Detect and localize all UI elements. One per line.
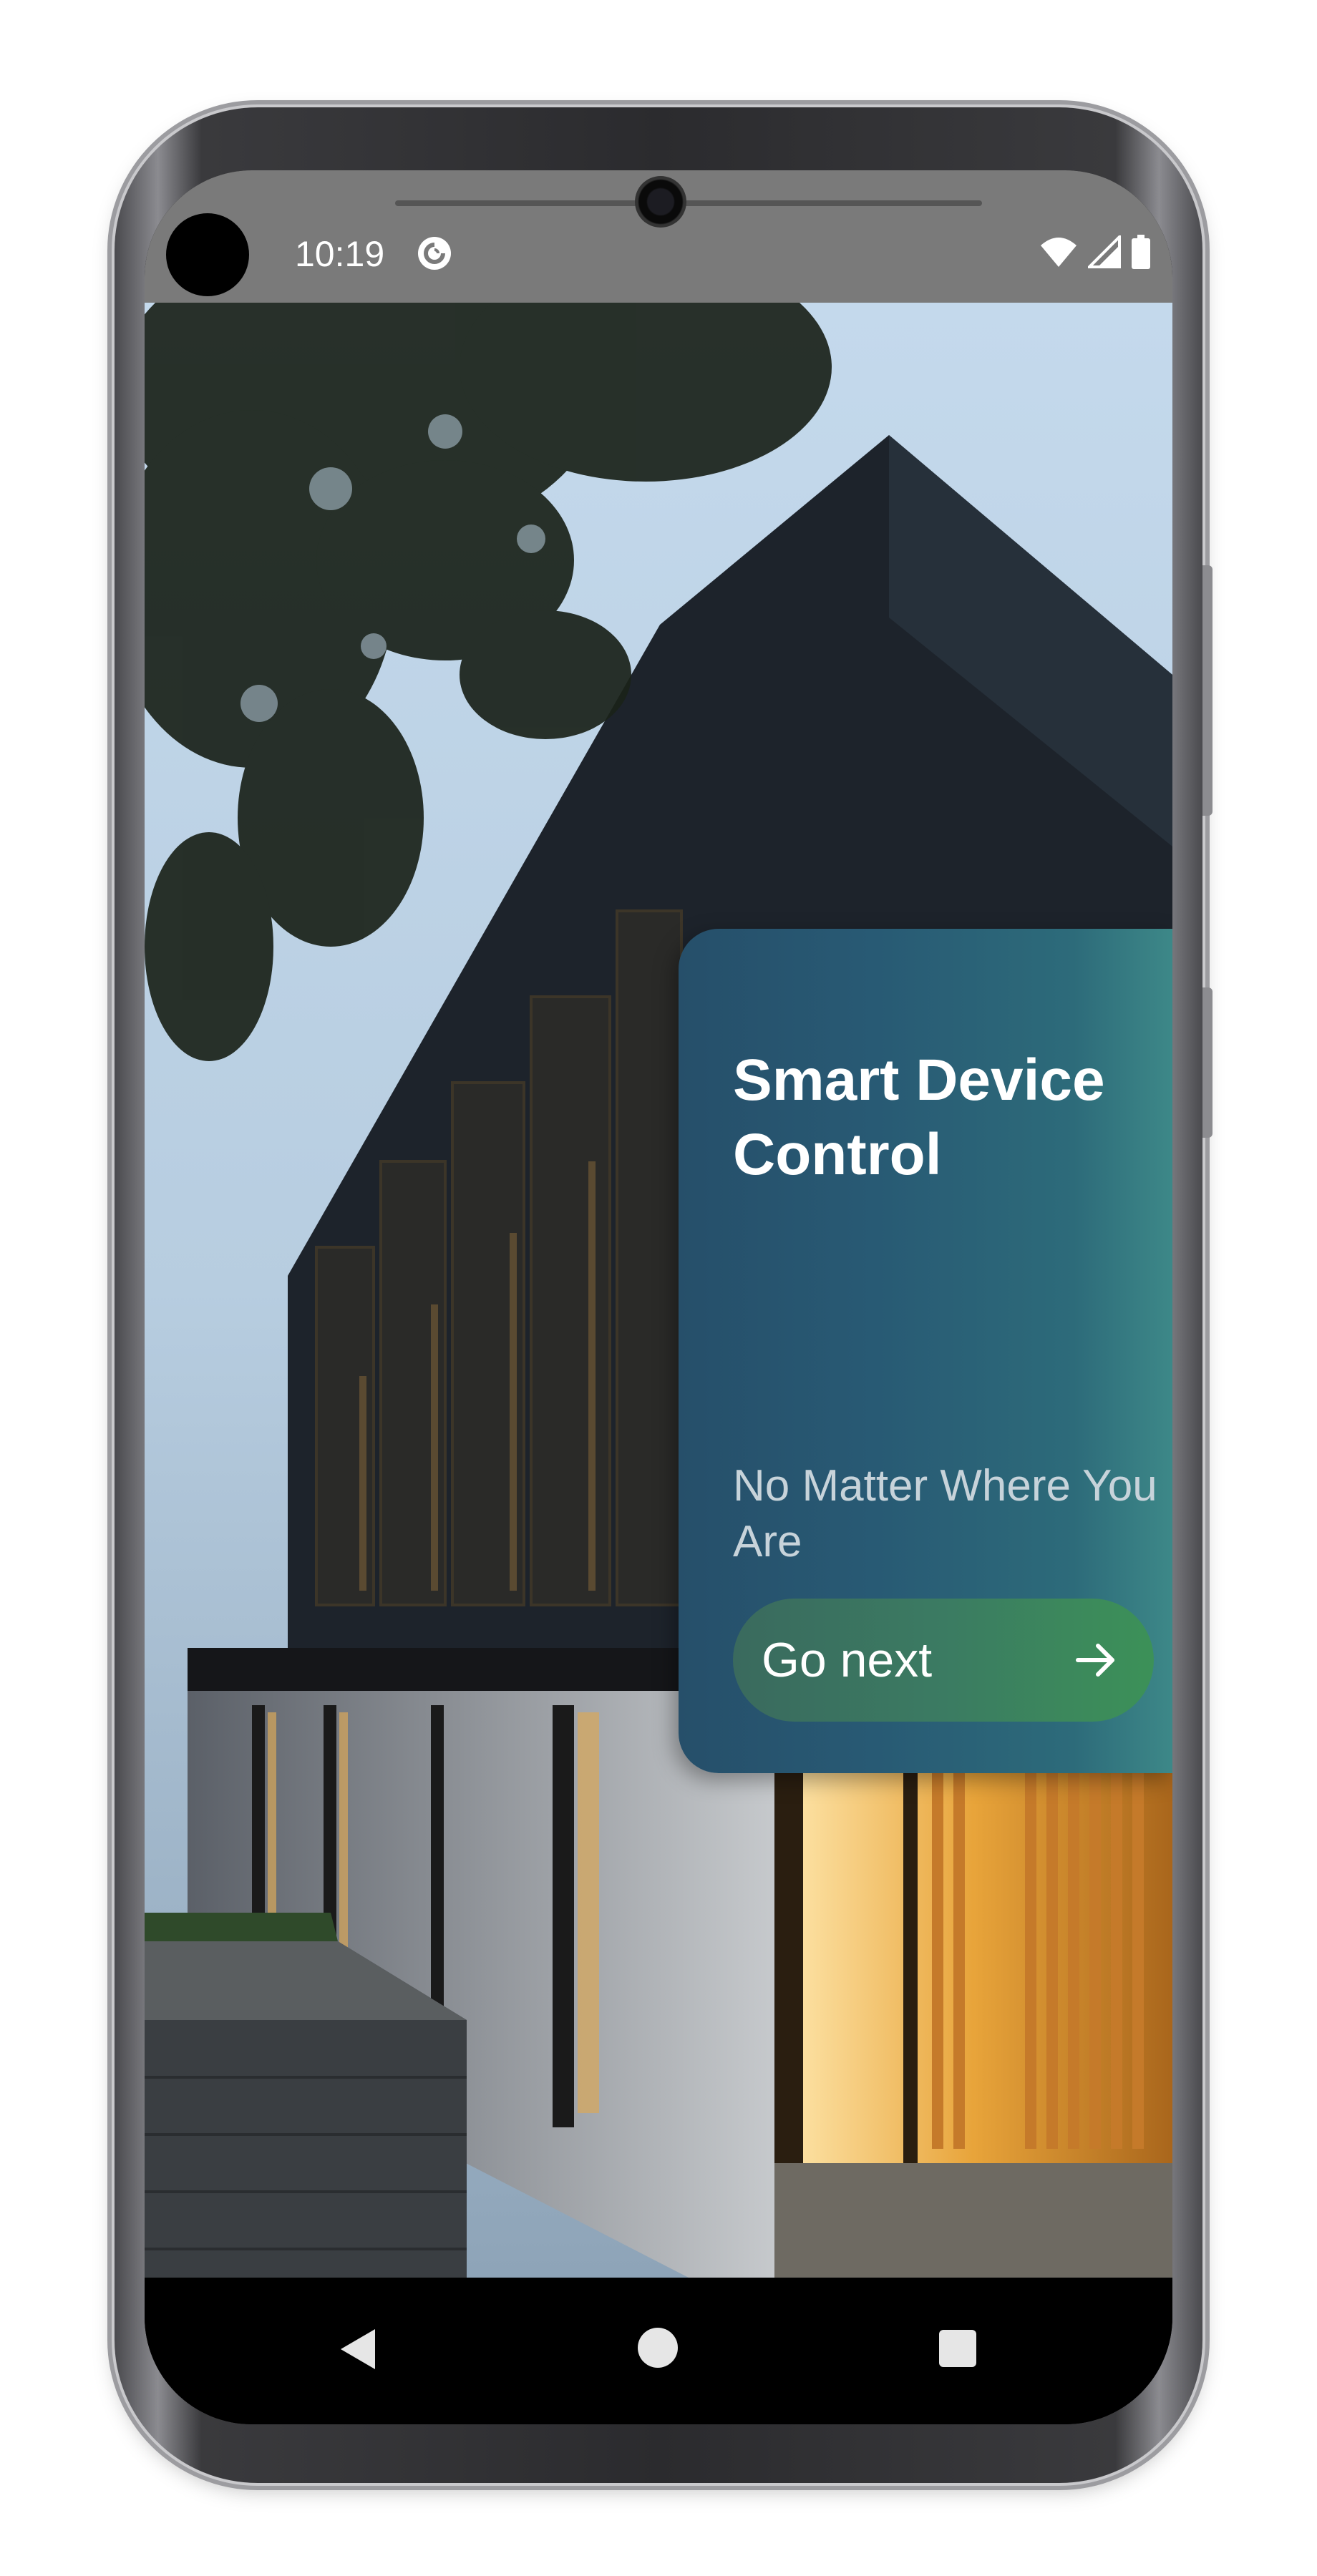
back-icon[interactable] bbox=[338, 2328, 378, 2371]
device-mockup: 10:19 Smart Device Control No Matter Whe… bbox=[0, 0, 1317, 2576]
status-time: 10:19 bbox=[295, 234, 385, 274]
punch-hole-camera bbox=[166, 213, 249, 296]
system-nav-bar bbox=[145, 2278, 1172, 2424]
status-bar: 10:19 bbox=[145, 170, 1172, 303]
recents-icon[interactable] bbox=[939, 2330, 976, 2367]
phone-frame: 10:19 Smart Device Control No Matter Whe… bbox=[115, 107, 1212, 2483]
cellular-signal-icon bbox=[1088, 235, 1121, 268]
battery-icon bbox=[1132, 235, 1150, 269]
arrow-right-icon bbox=[1076, 1644, 1114, 1677]
earpiece bbox=[395, 200, 982, 206]
onboarding-title: Smart Device Control bbox=[733, 1048, 1105, 1187]
phone-screen: 10:19 Smart Device Control No Matter Whe… bbox=[145, 170, 1172, 2424]
status-icons bbox=[1039, 235, 1151, 269]
pocket-casts-icon bbox=[418, 237, 451, 270]
onboarding-subtitle: No Matter Where You Are bbox=[733, 1461, 1157, 1566]
home-icon[interactable] bbox=[638, 2328, 678, 2368]
wifi-icon bbox=[1041, 238, 1077, 267]
go-next-button[interactable]: Go next bbox=[733, 1599, 1154, 1722]
onboarding-card: Smart Device Control No Matter Where You… bbox=[679, 929, 1172, 1773]
go-next-label: Go next bbox=[762, 1633, 933, 1687]
volume-button bbox=[1202, 987, 1212, 1138]
power-button bbox=[1202, 565, 1212, 816]
front-camera bbox=[635, 176, 686, 228]
